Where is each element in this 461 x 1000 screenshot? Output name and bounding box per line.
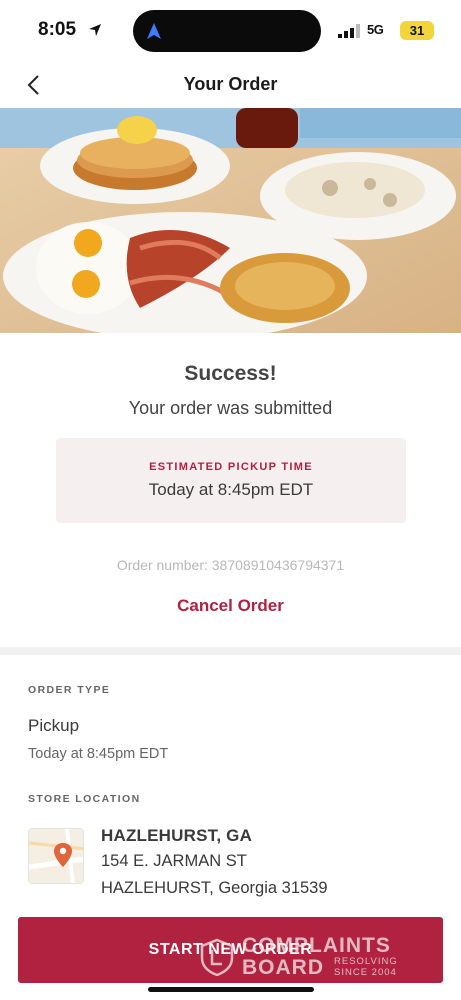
store-city: HAZLEHURST, Georgia 31539: [101, 879, 328, 897]
pickup-time-value: Today at 8:45pm EDT: [148, 480, 314, 499]
success-subtitle: Your order was submitted: [128, 398, 333, 418]
start-new-order-button[interactable]: START NEW ORDER: [18, 917, 443, 983]
navigation-arrow-icon: [147, 23, 161, 39]
status-bar: 8:05 5G 31: [0, 0, 461, 62]
success-title: Success!: [184, 362, 277, 385]
battery-icon: 31: [400, 21, 434, 40]
order-number: Order number: 38708910436794371: [116, 557, 345, 573]
order-type-value: Pickup: [28, 716, 80, 735]
store-street: 154 E. JARMAN ST: [101, 852, 247, 870]
pickup-time-label: ESTIMATED PICKUP TIME: [149, 461, 313, 473]
start-new-order-label: START NEW ORDER: [148, 941, 313, 958]
store-map-thumbnail[interactable]: [28, 828, 84, 884]
store-location-label: STORE LOCATION: [28, 793, 141, 805]
pickup-time-card: ESTIMATED PICKUP TIME Today at 8:45pm ED…: [56, 438, 406, 523]
page-title: Your Order: [183, 74, 278, 94]
location-arrow-icon: [89, 24, 101, 36]
hero-image: [0, 108, 461, 333]
breakfast-photo: [0, 108, 461, 333]
cellular-signal-icon: [338, 24, 360, 38]
network-type: 5G: [367, 22, 384, 37]
store-name: HAZLEHURST, GA: [101, 826, 253, 845]
order-type-label: ORDER TYPE: [28, 684, 111, 696]
home-indicator[interactable]: [148, 987, 314, 992]
order-type-time: Today at 8:45pm EDT: [28, 746, 169, 762]
nav-header: Your Order: [0, 62, 461, 108]
cancel-order-button[interactable]: Cancel Order: [0, 596, 461, 616]
map-pin-icon: [29, 829, 83, 883]
section-divider: [0, 647, 461, 655]
status-time: 8:05: [38, 19, 77, 40]
